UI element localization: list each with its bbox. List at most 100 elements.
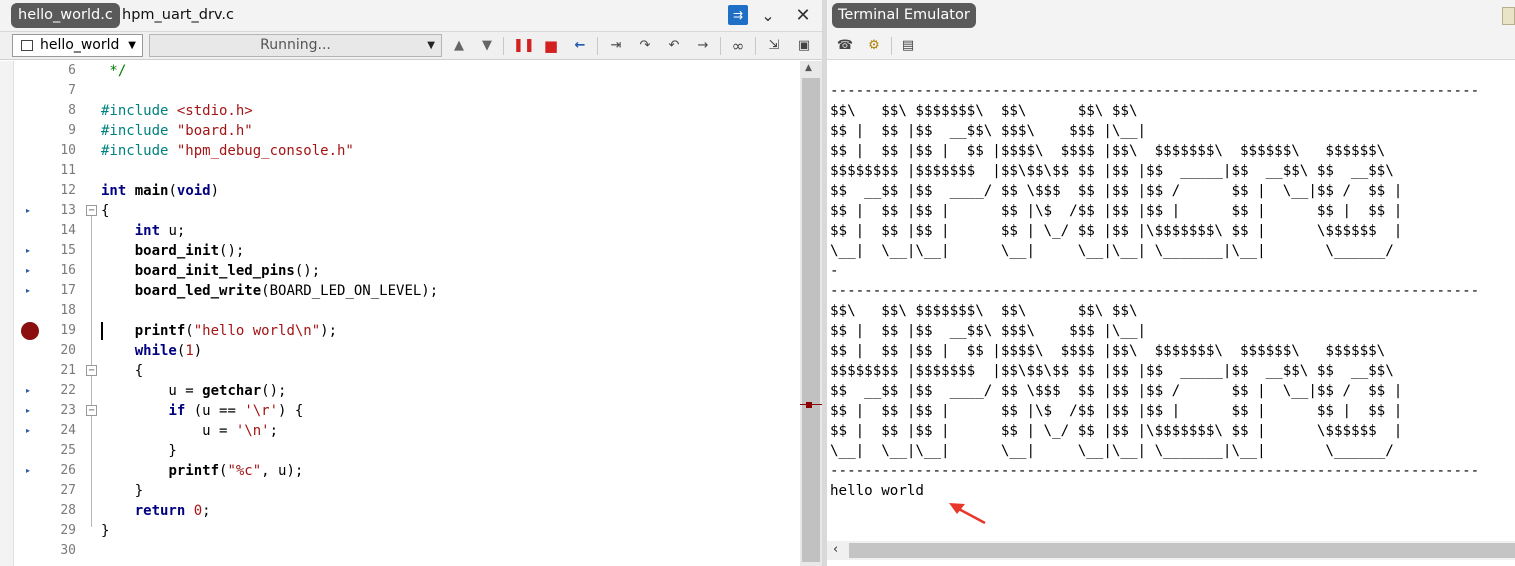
code-line[interactable]: 30 — [0, 541, 800, 561]
line-number: 9 — [68, 123, 76, 138]
code-text: int main(void) — [101, 183, 220, 199]
function-select[interactable]: hello_world ▼ — [12, 34, 143, 57]
window-list-icon[interactable]: ⇉ — [728, 5, 748, 25]
code-view[interactable]: 6 */ 7 8 #include <stdio.h> 9 #include "board… — [0, 61, 800, 566]
executable-line-marker-icon: ▸ — [26, 466, 31, 475]
code-line[interactable]: 10 #include "hpm_debug_console.h" — [0, 141, 800, 161]
code-line[interactable]: 6 */ — [0, 61, 800, 81]
code-text: return 0; — [134, 503, 211, 519]
line-number: 20 — [60, 343, 76, 358]
code-line[interactable]: 29} — [0, 521, 800, 541]
code-line[interactable]: ▸ 13−{ — [0, 201, 800, 221]
stop-icon[interactable]: ■ — [541, 36, 561, 56]
code-text: #include <stdio.h> — [101, 103, 253, 119]
fold-toggle-icon[interactable]: − — [86, 205, 97, 216]
code-text: board_init(); — [134, 243, 245, 259]
line-number: 14 — [60, 223, 76, 238]
disassembly-icon[interactable]: ⇲ — [764, 36, 784, 56]
scrollbar-thumb[interactable] — [802, 78, 820, 562]
code-text: } — [101, 483, 144, 499]
toolbar-separator — [755, 37, 756, 55]
code-line[interactable]: ▸ 24 u = '\n'; — [0, 421, 800, 441]
editor-tab-bar: hello_world.c hpm_uart_drv.c ⇉ ⌄ ✕ — [0, 0, 822, 32]
function-icon — [21, 40, 33, 51]
connect-icon[interactable]: ☎ — [835, 36, 855, 56]
memory-icon[interactable]: ▣ — [794, 36, 814, 56]
vertical-scrollbar[interactable]: ▲ — [800, 61, 822, 566]
scroll-left-icon[interactable]: ‹ — [833, 542, 838, 557]
executable-line-marker-icon: ▸ — [26, 246, 31, 255]
code-text: printf("%c", u); — [168, 463, 304, 479]
line-number: 16 — [60, 263, 76, 278]
code-line[interactable]: ▸ 23− if (u == '\r') { — [0, 401, 800, 421]
code-line[interactable]: 18 — [0, 301, 800, 321]
terminal-output[interactable]: ----------------------------------------… — [827, 61, 1515, 539]
properties-icon[interactable]: ▤ — [898, 36, 918, 56]
code-line[interactable]: ▸ 22 u = getchar(); — [0, 381, 800, 401]
toolbar-separator — [720, 37, 721, 55]
close-icon[interactable]: ✕ — [792, 5, 814, 27]
step-out-icon[interactable]: ↶ — [664, 36, 684, 56]
step-into-icon[interactable]: ⇥ — [606, 36, 626, 56]
horizontal-scrollbar[interactable]: ‹ — [827, 541, 1515, 560]
tab-terminal-emulator[interactable]: Terminal Emulator — [832, 3, 976, 28]
code-line[interactable]: ▸ 26 printf("%c", u); — [0, 461, 800, 481]
settings-icon[interactable]: ⚙ — [864, 36, 884, 56]
code-line[interactable]: 12 int main(void) — [0, 181, 800, 201]
executable-line-marker-icon: ▸ — [26, 386, 31, 395]
code-line[interactable]: ▸ 16 board_init_led_pins(); — [0, 261, 800, 281]
chevron-down-icon: ▼ — [128, 40, 136, 51]
watch-icon[interactable]: ∞ — [728, 36, 748, 56]
line-number: 7 — [68, 83, 76, 98]
code-line[interactable]: ▸ 17 board_led_write(BOARD_LED_ON_LEVEL); — [0, 281, 800, 301]
code-text: { — [101, 203, 110, 219]
status-select[interactable]: Running... ▼ — [149, 34, 442, 57]
code-line[interactable]: 7 — [0, 81, 800, 101]
executable-line-marker-icon: ▸ — [26, 426, 31, 435]
code-line[interactable]: ▸ 15 board_init(); — [0, 241, 800, 261]
code-text: #include "board.h" — [101, 123, 253, 139]
line-number: 29 — [60, 523, 76, 538]
code-line[interactable]: 19 printf("hello world\n"); — [0, 321, 800, 341]
code-text: u = '\n'; — [101, 423, 279, 439]
terminal-text: ----------------------------------------… — [830, 83, 1480, 499]
tab-hello-world-c[interactable]: hello_world.c — [11, 3, 120, 28]
tab-hpm-uart-drv-c[interactable]: hpm_uart_drv.c — [115, 3, 241, 28]
code-text: board_init_led_pins(); — [134, 263, 321, 279]
line-number: 12 — [60, 183, 76, 198]
code-line[interactable]: 27 } — [0, 481, 800, 501]
code-line[interactable]: 28 return 0; — [0, 501, 800, 521]
function-select-value: hello_world — [40, 37, 120, 53]
toolbar-separator — [891, 37, 892, 55]
code-line[interactable]: 8 #include <stdio.h> — [0, 101, 800, 121]
step-up-icon[interactable]: ▲ — [449, 36, 469, 56]
executable-line-marker-icon: ▸ — [26, 206, 31, 215]
code-line[interactable]: 11 — [0, 161, 800, 181]
step-over-icon[interactable]: ↷ — [635, 36, 655, 56]
chevron-down-icon[interactable]: ⌄ — [757, 5, 779, 27]
pane-splitter-handle[interactable] — [806, 402, 812, 408]
line-number: 30 — [60, 543, 76, 558]
run-to-cursor-icon[interactable]: → — [693, 36, 713, 56]
fold-toggle-icon[interactable]: − — [86, 405, 97, 416]
code-text: while(1) — [134, 343, 203, 359]
scroll-up-icon[interactable]: ▲ — [805, 63, 812, 73]
code-line[interactable]: 25 } — [0, 441, 800, 461]
code-text: printf("hello world\n"); — [134, 323, 338, 339]
code-line[interactable]: 14 int u; — [0, 221, 800, 241]
code-text: } — [101, 443, 177, 459]
step-down-icon[interactable]: ▼ — [477, 36, 497, 56]
code-line[interactable]: 20 while(1) — [0, 341, 800, 361]
code-line[interactable]: 9 #include "board.h" — [0, 121, 800, 141]
breakpoint-icon[interactable] — [21, 322, 39, 340]
pin-icon[interactable] — [1502, 7, 1515, 25]
code-line[interactable]: 21− { — [0, 361, 800, 381]
line-number: 25 — [60, 443, 76, 458]
pause-icon[interactable]: ❚❚ — [513, 36, 535, 56]
fold-toggle-icon[interactable]: − — [86, 365, 97, 376]
code-editor-pane: hello_world.c hpm_uart_drv.c ⇉ ⌄ ✕ hello… — [0, 0, 822, 566]
line-number: 27 — [60, 483, 76, 498]
scrollbar-thumb[interactable] — [849, 543, 1515, 558]
line-number: 8 — [68, 103, 76, 118]
restart-icon[interactable]: ← — [570, 36, 590, 56]
